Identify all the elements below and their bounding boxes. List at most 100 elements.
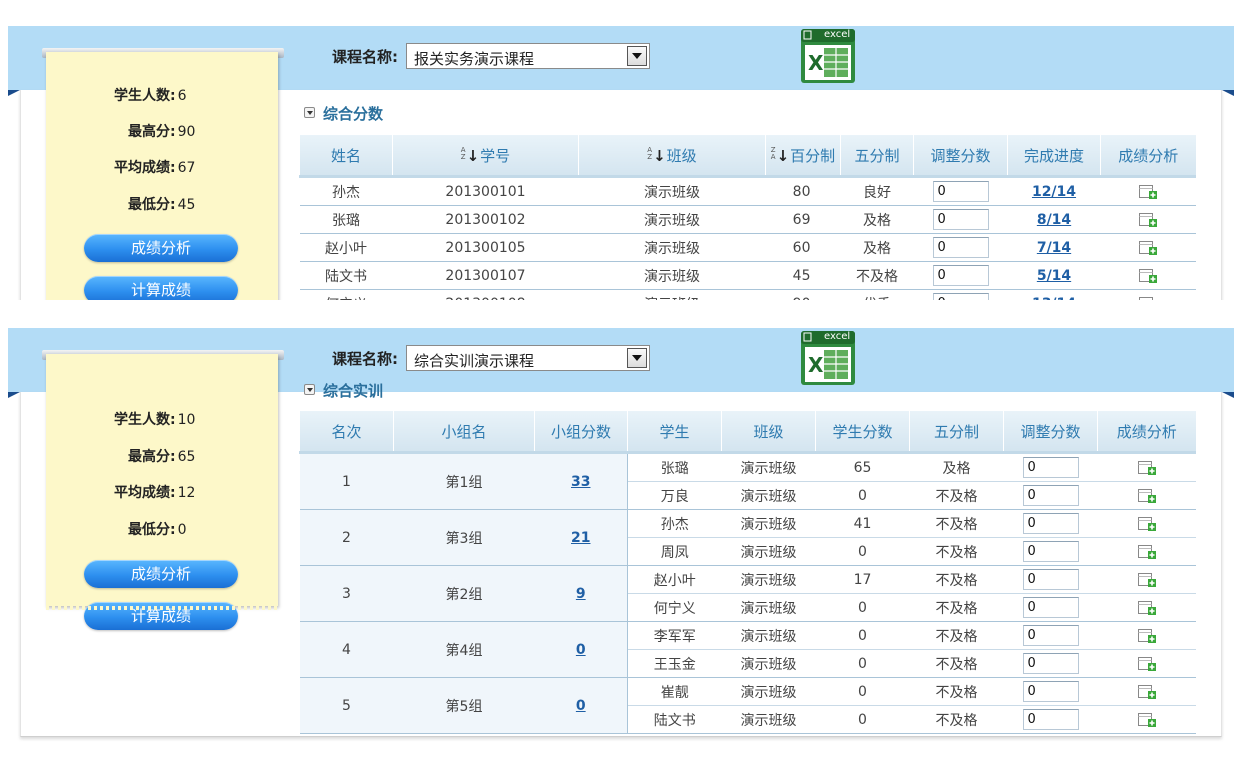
column-header-progress[interactable]: 完成进度 (1007, 135, 1101, 178)
group-score-link[interactable]: 0 (576, 698, 586, 714)
course-panel-1: 学生人数: 6 最高分: 90 平均成绩: 67 最低分: 45 成绩分析 计算成绩 课… (0, 0, 1242, 300)
adjust-score-input[interactable]: 0 (932, 209, 989, 230)
grade-analysis-icon[interactable] (1137, 460, 1157, 476)
group-score-link[interactable]: 9 (576, 586, 586, 602)
excel-export-icon[interactable]: X excel (800, 28, 856, 84)
adjust-score-input[interactable]: 0 (1022, 513, 1079, 534)
section-title-text: 综合分数 (323, 105, 384, 123)
column-header-analysis[interactable]: 成绩分析 (1097, 411, 1196, 454)
column-header-five-point[interactable]: 五分制 (909, 411, 1004, 454)
column-header-student-id[interactable]: A Z↓学号 (392, 135, 579, 178)
section-title[interactable]: 综合实训 (304, 380, 383, 401)
collapse-icon[interactable] (304, 107, 315, 118)
column-header-adjust[interactable]: 调整分数 (913, 135, 1008, 178)
sort-icon: ZA (770, 145, 776, 161)
table-row: 何宁义201300108演示班级90优秀 0 13/14 (299, 289, 1196, 301)
grade-analysis-cell (1097, 621, 1196, 650)
adjust-score-input[interactable]: 0 (1022, 681, 1079, 702)
progress-link[interactable]: 7/14 (1037, 240, 1071, 256)
column-header-rank[interactable]: 名次 (299, 411, 394, 454)
column-header-name[interactable]: 姓名 (299, 135, 393, 178)
class-name: 演示班级 (578, 289, 766, 300)
column-header-percent[interactable]: Z A↓百分制 (765, 135, 841, 178)
adjust-score-cell: 0 (1003, 509, 1098, 538)
grade-analysis-cell (1100, 289, 1196, 300)
column-header-group-score[interactable]: 小组分数 (534, 411, 628, 454)
chevron-down-icon[interactable] (627, 348, 647, 368)
student-name: 崔靓 (627, 677, 722, 706)
course-select-value: 报关实务演示课程 (414, 50, 535, 68)
class-name: 演示班级 (578, 261, 766, 290)
column-header-analysis[interactable]: 成绩分析 (1100, 135, 1196, 178)
grade-analysis-icon[interactable] (1137, 572, 1157, 588)
column-header-adjust[interactable]: 调整分数 (1003, 411, 1098, 454)
adjust-score-input[interactable]: 0 (932, 237, 989, 258)
grade-analysis-icon[interactable] (1138, 268, 1158, 284)
column-header-student[interactable]: 学生 (627, 411, 722, 454)
stats-card: 学生人数: 6 最高分: 90 平均成绩: 67 最低分: 45 成绩分析 计算成绩 (46, 52, 278, 300)
progress-cell: 8/14 (1007, 205, 1101, 234)
chevron-down-icon[interactable] (627, 46, 647, 66)
progress-link[interactable]: 13/14 (1032, 296, 1076, 301)
adjust-score-input[interactable]: 0 (1022, 709, 1079, 730)
section-title[interactable]: 综合分数 (304, 103, 383, 124)
grade-analysis-icon[interactable] (1137, 600, 1157, 616)
adjust-score-input[interactable]: 0 (1022, 653, 1079, 674)
course-select[interactable]: 报关实务演示课程 (406, 43, 650, 69)
group-score-link[interactable]: 33 (571, 474, 590, 490)
grade-analysis-icon[interactable] (1138, 240, 1158, 256)
grade-analysis-button[interactable]: 成绩分析 (84, 560, 238, 588)
student-name: 李军军 (627, 621, 722, 650)
calculate-grades-button[interactable]: 计算成绩 (84, 602, 238, 630)
progress-link[interactable]: 8/14 (1037, 212, 1071, 228)
adjust-score-input[interactable]: 0 (1022, 541, 1079, 562)
adjust-score-input[interactable]: 0 (932, 265, 989, 286)
grade-analysis-icon[interactable] (1137, 628, 1157, 644)
adjust-score-input[interactable]: 0 (932, 181, 989, 202)
adjust-score-input[interactable]: 0 (1022, 569, 1079, 590)
column-header-five-point[interactable]: 五分制 (840, 135, 914, 178)
five-point-grade: 不及格 (909, 677, 1004, 706)
grade-analysis-icon[interactable] (1137, 516, 1157, 532)
grade-analysis-icon[interactable] (1137, 712, 1157, 728)
adjust-score-input[interactable]: 0 (932, 293, 989, 300)
grade-analysis-icon[interactable] (1137, 488, 1157, 504)
column-header-student-score[interactable]: 学生分数 (815, 411, 910, 454)
adjust-score-input[interactable]: 0 (1022, 457, 1079, 478)
grade-analysis-cell (1100, 176, 1196, 206)
student-score: 0 (815, 537, 910, 566)
adjust-score-input[interactable]: 0 (1022, 485, 1079, 506)
five-point-grade: 不及格 (840, 261, 914, 290)
column-header-class[interactable]: A Z↓班级 (578, 135, 766, 178)
average-score-value: 12 (177, 485, 196, 501)
course-select[interactable]: 综合实训演示课程 (406, 345, 650, 371)
adjust-score-input[interactable]: 0 (1022, 597, 1079, 618)
adjust-score-input[interactable]: 0 (1022, 625, 1079, 646)
grade-analysis-icon[interactable] (1137, 656, 1157, 672)
five-point-grade: 及格 (840, 233, 914, 262)
group-score-link[interactable]: 0 (576, 642, 586, 658)
grade-analysis-icon[interactable] (1138, 212, 1158, 228)
column-header-class[interactable]: 班级 (721, 411, 816, 454)
column-header-group-name[interactable]: 小组名 (393, 411, 535, 454)
grade-analysis-icon[interactable] (1138, 184, 1158, 200)
calculate-grades-button[interactable]: 计算成绩 (84, 276, 238, 300)
adjust-score-cell: 0 (1003, 705, 1098, 734)
group-score-link[interactable]: 21 (571, 530, 590, 546)
grade-analysis-icon[interactable] (1137, 544, 1157, 560)
collapse-icon[interactable] (304, 384, 315, 395)
excel-export-icon[interactable]: X excel (800, 330, 856, 386)
percent-score: 69 (765, 205, 841, 234)
percent-score: 80 (765, 176, 841, 206)
table-row: 4 第4组 0 李军军 演示班级 0 不及格 0 (299, 621, 1196, 678)
table-row: 孙杰 201300101 演示班级 80 良好 0 12/14 (299, 176, 1196, 206)
max-score-label: 最高分: (128, 449, 176, 465)
rank-cell: 2 (299, 509, 394, 566)
grade-analysis-button[interactable]: 成绩分析 (84, 234, 238, 262)
student-score: 0 (815, 705, 910, 734)
grade-analysis-icon[interactable] (1138, 296, 1158, 300)
grade-analysis-icon[interactable] (1137, 684, 1157, 700)
class-name: 演示班级 (721, 677, 816, 706)
progress-link[interactable]: 5/14 (1037, 268, 1071, 284)
progress-link[interactable]: 12/14 (1032, 184, 1076, 200)
